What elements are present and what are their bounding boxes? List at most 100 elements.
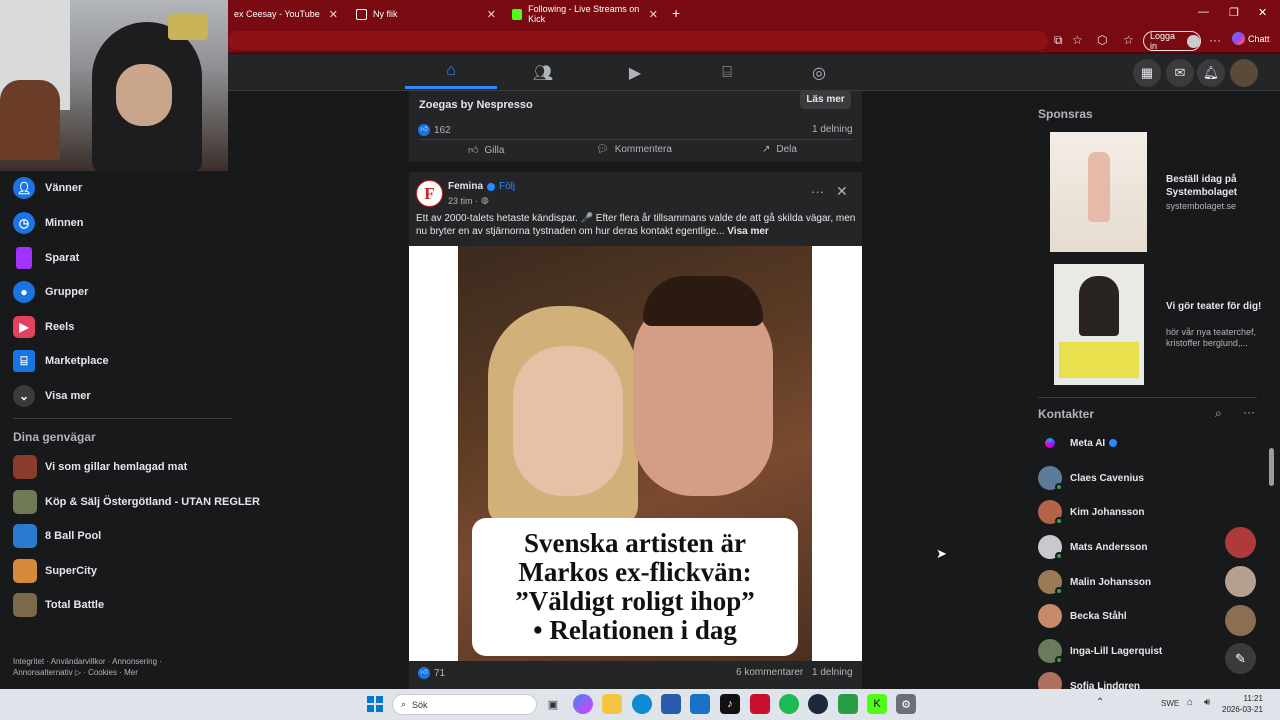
tab-kick[interactable]: Following - Live Streams on Kick ✕ [506,4,664,24]
login-button[interactable]: Logga in [1143,31,1201,51]
steam-icon[interactable] [808,694,828,714]
outlook-icon[interactable] [690,694,710,714]
contact-item[interactable]: Claes Cavenius [1038,463,1144,493]
reaction-summary[interactable]: 👍︎ 71 [418,667,445,679]
contact-item[interactable]: Malin Johansson [1038,567,1151,597]
hide-post-icon[interactable]: ✕ [836,183,848,200]
minimize-icon[interactable]: — [1198,6,1209,18]
like-button[interactable]: 👍︎ Gilla [468,144,504,157]
video-icon[interactable]: ▶ [589,56,681,89]
chat-head-avatar[interactable] [1225,527,1256,558]
contact-item[interactable]: Inga-Lill Lagerquist [1038,636,1162,666]
ad-title[interactable]: Beställ idag på Systembolaget [1166,173,1266,199]
friends-icon[interactable]: 👥︎ [497,56,589,89]
chat-head-avatar[interactable] [1225,566,1256,597]
reaction-summary[interactable]: 👍︎ 162 [418,124,451,136]
scrollbar-thumb[interactable] [1269,448,1274,486]
app-icon[interactable] [838,694,858,714]
store-icon[interactable] [661,694,681,714]
sidebar-item-friends[interactable]: 👤︎ Vänner [13,173,82,203]
sidebar-show-more[interactable]: ⌄ Visa mer [13,381,91,411]
footer-links[interactable]: Integritet · Användarvillkor · Annonseri… [13,656,223,678]
chevron-up-icon[interactable]: ⌃ [1096,697,1104,708]
close-icon[interactable]: ✕ [329,8,338,21]
sidebar-item-saved[interactable]: Sparat [13,243,79,273]
more-options-icon[interactable]: ··· [811,184,824,199]
sidebar-item-groups[interactable]: ● Grupper [13,277,88,307]
share-count[interactable]: 1 delning [812,124,853,135]
home-icon[interactable]: ⌂ [405,56,497,89]
author-name[interactable]: Femina [448,181,483,192]
copilot-icon[interactable] [573,694,593,714]
search-icon[interactable]: ⌕ [1215,406,1222,421]
sidebar-item-marketplace[interactable]: ⌸ Marketplace [13,346,109,376]
divider [13,418,232,419]
close-icon[interactable]: ✕ [649,8,658,21]
tab-youtube[interactable]: ex Ceesay - YouTube ✕ [228,4,344,24]
more-options-icon[interactable]: ··· [1243,405,1255,419]
close-icon[interactable]: ✕ [487,8,496,21]
url-field[interactable] [228,31,1048,50]
avatar [1038,500,1063,525]
read-more-button[interactable]: Läs mer [800,90,851,109]
contact-name: Malin Johansson [1070,576,1152,588]
sidebar-item-reels[interactable]: ▶ Reels [13,312,74,342]
kick-icon[interactable]: K [867,694,887,714]
file-explorer-icon[interactable] [602,694,622,714]
ad-image-systembolaget[interactable] [1050,132,1147,252]
shortcut-item[interactable]: 8 Ball Pool [13,521,101,551]
messenger-icon[interactable]: ✉ [1166,59,1194,87]
windows-start-icon[interactable] [367,696,383,712]
contact-item[interactable]: Sofia Lindgren [1038,672,1140,689]
shortcut-item[interactable]: Total Battle [13,590,104,620]
shortcut-item[interactable]: SuperCity [13,556,97,586]
comment-count[interactable]: 6 kommentarer [736,667,803,678]
extensions-icon[interactable]: ⬡ [1097,33,1107,47]
maximize-icon[interactable]: ❐ [1229,6,1239,19]
page-avatar[interactable]: F [416,180,443,207]
network-icon[interactable]: ⌂ [1187,697,1193,708]
new-message-icon[interactable]: ✎ [1225,643,1256,674]
post-time[interactable]: 23 tim · [448,196,478,206]
taskbar-clock[interactable]: 11:21 2026-03-21 [1222,693,1263,715]
contact-item[interactable]: Becka Ståhl [1038,601,1127,631]
window-close-icon[interactable]: ✕ [1258,6,1267,19]
ad-image-theater[interactable] [1054,264,1144,385]
share-count[interactable]: 1 delning [812,667,853,678]
marketplace-icon[interactable]: ⌸ [681,56,773,89]
taskbar-search[interactable]: ⌕ Sök [392,694,537,715]
favorites-icon[interactable]: ☆ [1123,33,1134,47]
notifications-icon[interactable]: 🔔︎ [1197,59,1225,87]
ad-title[interactable]: Vi gör teater för dig! [1166,300,1266,313]
contact-item[interactable]: Meta AI [1038,428,1118,458]
language-indicator[interactable]: SWE [1161,699,1179,708]
copilot-chat-button[interactable]: Chatt [1232,32,1270,45]
post-image-frame[interactable]: Svenska artisten är Markos ex-flickvän: … [409,246,862,661]
edge-icon[interactable] [632,694,652,714]
ad-title[interactable]: Zoegas by Nespresso [419,99,533,111]
groups-icon[interactable]: ◎ [773,56,865,89]
tiktok-icon[interactable]: ♪ [720,694,740,714]
app-icon[interactable] [750,694,770,714]
chat-head-avatar[interactable] [1225,605,1256,636]
volume-icon[interactable]: 🔊︎ [1204,697,1210,708]
shortcut-item[interactable]: Köp & Sälj Östergötland - UTAN REGLER [13,487,260,517]
see-more-link[interactable]: Visa mer [727,226,769,237]
contact-item[interactable]: Mats Andersson [1038,532,1147,562]
favorite-star-icon[interactable]: ☆ [1072,33,1083,47]
sidebar-item-memories[interactable]: ◷ Minnen [13,208,84,238]
tab-new[interactable]: Ny flik ✕ [350,4,502,24]
more-icon[interactable]: ··· [1209,33,1221,47]
spotify-icon[interactable] [779,694,799,714]
open-in-app-icon[interactable]: ⧉ [1054,33,1063,48]
task-view-icon[interactable]: ▣ [543,694,563,714]
shortcut-item[interactable]: Vi som gillar hemlagad mat [13,452,187,482]
menu-grid-icon[interactable]: ▦ [1133,59,1161,87]
comment-button[interactable]: 💬︎ Kommentera [596,144,672,155]
follow-link[interactable]: Följ [499,181,515,192]
new-tab-icon[interactable]: + [672,5,680,21]
contact-item[interactable]: Kim Johansson [1038,497,1144,527]
settings-gear-icon[interactable]: ⚙ [896,694,916,714]
profile-avatar[interactable] [1230,59,1258,87]
share-button[interactable]: ↗ Dela [762,144,797,155]
